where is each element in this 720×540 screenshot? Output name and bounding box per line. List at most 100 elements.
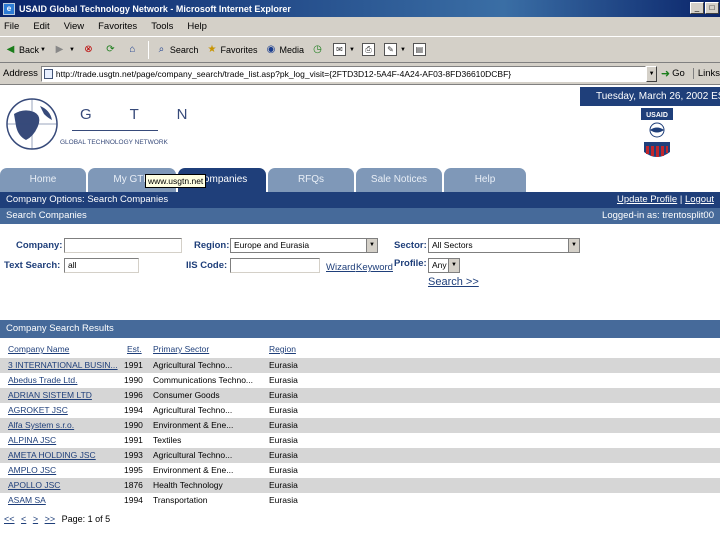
mail-button[interactable]: ✉ ▼ — [332, 43, 355, 56]
chevron-down-icon: ▼ — [568, 239, 579, 252]
sector-select[interactable]: All Sectors ▼ — [428, 238, 580, 253]
last-page-link[interactable]: >> — [45, 514, 56, 524]
back-button[interactable]: ◀ Back ▼ — [4, 43, 46, 56]
company-input[interactable] — [64, 238, 182, 253]
cell-company-name[interactable]: 3 INTERNATIONAL BUSIN... — [8, 360, 118, 370]
link-separator: | — [679, 194, 683, 205]
text-search-input[interactable]: all — [64, 258, 139, 273]
home-button[interactable]: ⌂ — [126, 43, 141, 56]
browser-toolbar: ◀ Back ▼ ▶ ▼ ⊗ ⟳ ⌂ ⌕ Search ★ Favorites … — [0, 37, 720, 63]
cell-region: Eurasia — [269, 360, 298, 370]
tab-help[interactable]: Help — [444, 168, 526, 192]
cell-primary-sector: Environment & Ene... — [153, 420, 234, 430]
col-region[interactable]: Region — [269, 344, 296, 354]
cell-primary-sector: Health Technology — [153, 480, 223, 490]
cell-region: Eurasia — [269, 420, 298, 430]
media-button[interactable]: ◉ Media — [264, 43, 304, 56]
address-input[interactable]: http://trade.usgtn.net/page/company_sear… — [40, 65, 647, 82]
menu-tools[interactable]: Tools — [151, 21, 173, 32]
discuss-button[interactable]: ▤ — [412, 43, 428, 56]
cell-region: Eurasia — [269, 405, 298, 415]
keyword-link[interactable]: Keyword — [356, 262, 393, 273]
address-dropdown-button[interactable]: ▼ — [646, 65, 657, 82]
forward-arrow-icon: ▶ — [55, 44, 64, 55]
results-rows: 3 INTERNATIONAL BUSIN... 1991 Agricultural… — [0, 358, 720, 508]
forward-button[interactable]: ▶ ▼ — [53, 43, 75, 56]
search-button[interactable]: ⌕ Search — [155, 43, 199, 56]
maximize-icon[interactable]: □ — [705, 2, 719, 14]
iis-code-input[interactable] — [230, 258, 320, 273]
prev-page-link[interactable]: < — [21, 514, 26, 524]
chevron-down-icon: ▼ — [68, 46, 75, 53]
table-row: AGROKET JSC 1994 Agricultural Techno... Eur… — [0, 403, 720, 418]
chevron-down-icon: ▼ — [40, 46, 46, 53]
globe-logo-icon — [6, 98, 58, 150]
account-links: Update Profile | Logout — [617, 192, 714, 208]
cell-est: 1876 — [124, 480, 143, 490]
main-nav-tabs: Home My GTN Companies RFQs Sale Notices … — [0, 168, 720, 192]
tab-home[interactable]: Home — [0, 168, 86, 192]
go-arrow-icon: ➜ — [660, 68, 671, 80]
profile-select[interactable]: Any ▼ — [428, 258, 460, 273]
page-icon — [43, 68, 53, 79]
table-row: ASAM SA 1994 Transportation Eurasia — [0, 493, 720, 508]
cell-est: 1996 — [124, 390, 143, 400]
results-header-row: Company Name Est. Primary Sector Region — [0, 341, 720, 358]
menu-help[interactable]: Help — [187, 21, 207, 32]
menu-edit[interactable]: Edit — [33, 21, 49, 32]
url-tooltip: www.usgtn.net — [145, 174, 207, 188]
wizard-link[interactable]: Wizard — [326, 262, 356, 273]
history-button[interactable]: ◷ — [311, 43, 326, 56]
favorites-button[interactable]: ★ Favorites — [205, 43, 257, 56]
table-row: Alfa System s.r.o. 1990 Environment & Ene.… — [0, 418, 720, 433]
refresh-button[interactable]: ⟳ — [104, 43, 119, 56]
edit-button[interactable]: ✎ ▼ — [383, 43, 406, 56]
cell-primary-sector: Consumer Goods — [153, 390, 220, 400]
logout-link[interactable]: Logout — [685, 194, 714, 205]
cell-company-name[interactable]: APOLLO JSC — [8, 480, 118, 490]
print-button[interactable]: ⎙ — [361, 43, 377, 56]
cell-company-name[interactable]: ADRIAN SISTEM LTD — [8, 390, 118, 400]
tab-rfqs[interactable]: RFQs — [268, 168, 354, 192]
window-title: USAID Global Technology Network - Micros… — [19, 3, 291, 14]
search-companies-bar: Search Companies Logged-in as: trentospl… — [0, 208, 720, 224]
update-profile-link[interactable]: Update Profile — [617, 194, 677, 205]
col-company-name[interactable]: Company Name — [8, 344, 69, 354]
pager: << < > >> Page: 1 of 5 — [4, 514, 110, 524]
first-page-link[interactable]: << — [4, 514, 15, 524]
cell-region: Eurasia — [269, 390, 298, 400]
next-page-link[interactable]: > — [33, 514, 38, 524]
go-button[interactable]: ➜ Go — [661, 67, 685, 80]
text-search-label: Text Search: — [4, 260, 61, 271]
cell-company-name[interactable]: AMETA HOLDING JSC — [8, 450, 118, 460]
region-select-value: Europe and Eurasia — [234, 240, 310, 250]
results-table: Company Name Est. Primary Sector Region … — [0, 341, 720, 508]
minimize-icon[interactable]: _ — [690, 2, 704, 14]
stop-button[interactable]: ⊗ — [82, 43, 97, 56]
menu-favorites[interactable]: Favorites — [98, 21, 137, 32]
profile-select-value: Any — [432, 260, 447, 270]
cell-region: Eurasia — [269, 435, 298, 445]
cell-primary-sector: Transportation — [153, 495, 208, 505]
cell-company-name[interactable]: Abedus Trade Ltd. — [8, 375, 118, 385]
menu-file[interactable]: File — [4, 21, 19, 32]
cell-company-name[interactable]: AGROKET JSC — [8, 405, 118, 415]
document-icon: ▤ — [412, 43, 426, 56]
logo-wordmark: G T N — [80, 106, 205, 123]
search-section-title: Search Companies — [6, 210, 87, 221]
cell-est: 1995 — [124, 465, 143, 475]
links-button[interactable]: Links — [692, 68, 720, 79]
cell-company-name[interactable]: ALPINA JSC — [8, 435, 118, 445]
col-est[interactable]: Est. — [127, 344, 142, 354]
col-primary-sector[interactable]: Primary Sector — [153, 344, 209, 354]
tab-sale-notices[interactable]: Sale Notices — [356, 168, 442, 192]
search-submit-link[interactable]: Search >> — [428, 276, 479, 288]
cell-company-name[interactable]: AMPLO JSC — [8, 465, 118, 475]
menu-view[interactable]: View — [64, 21, 84, 32]
cell-company-name[interactable]: Alfa System s.r.o. — [8, 420, 118, 430]
cell-region: Eurasia — [269, 375, 298, 385]
region-select[interactable]: Europe and Eurasia ▼ — [230, 238, 378, 253]
cell-company-name[interactable]: ASAM SA — [8, 495, 118, 505]
cell-primary-sector: Textiles — [153, 435, 182, 445]
table-row: ADRIAN SISTEM LTD 1996 Consumer Goods Euras… — [0, 388, 720, 403]
